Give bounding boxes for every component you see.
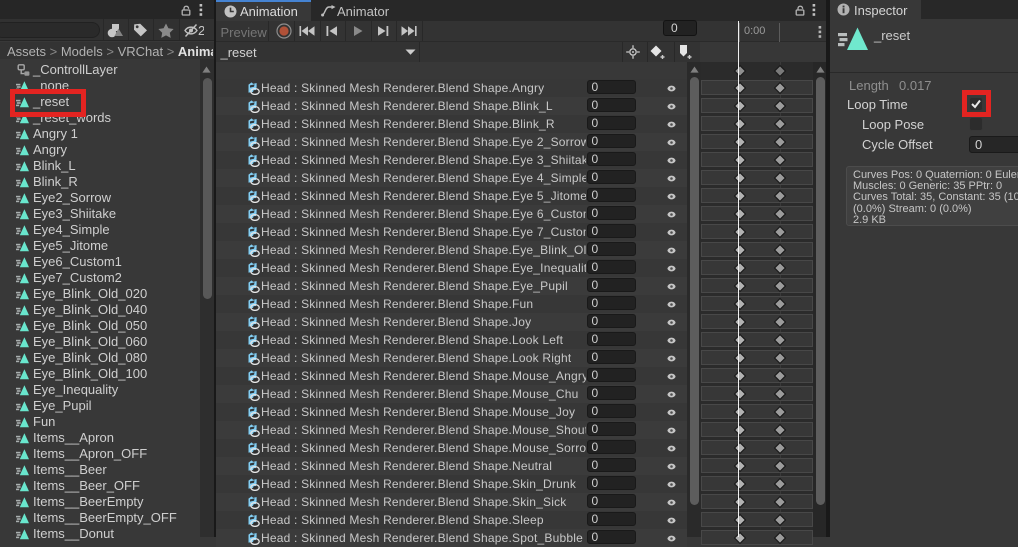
svg-text:2: 2 (198, 23, 204, 38)
